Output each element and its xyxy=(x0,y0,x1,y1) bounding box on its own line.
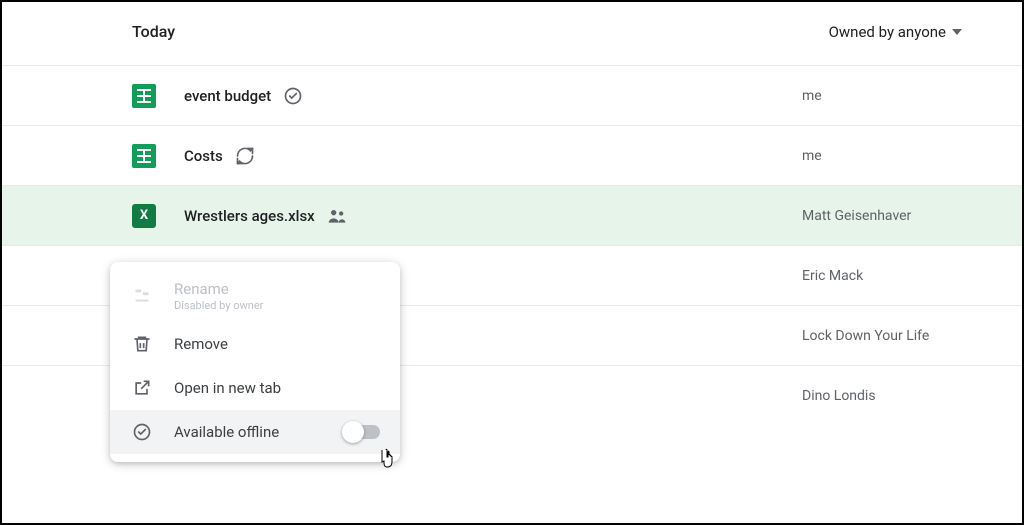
offline-toggle[interactable] xyxy=(344,425,380,439)
file-row[interactable]: event budget me xyxy=(2,65,1022,125)
file-name: event budget xyxy=(184,87,271,105)
context-menu: Rename Disabled by owner Remove Open in … xyxy=(110,262,400,462)
list-header: Today Owned by anyone xyxy=(2,2,1022,65)
rename-icon xyxy=(130,284,154,308)
file-owner: me xyxy=(802,88,822,104)
menu-label: Open in new tab xyxy=(174,379,380,397)
trash-icon xyxy=(130,332,154,356)
menu-item-open-new-tab[interactable]: Open in new tab xyxy=(110,366,400,410)
sync-icon xyxy=(235,146,255,166)
offline-available-icon xyxy=(283,86,303,106)
menu-item-remove[interactable]: Remove xyxy=(110,322,400,366)
menu-sublabel: Disabled by owner xyxy=(174,299,380,312)
offline-available-icon xyxy=(130,420,154,444)
file-row[interactable]: X Wrestlers ages.xlsx Matt Geisenhaver xyxy=(2,185,1022,245)
menu-item-rename: Rename Disabled by owner xyxy=(110,270,400,322)
file-owner: Lock Down Your Life xyxy=(802,328,929,344)
file-owner: Dino Londis xyxy=(802,388,876,404)
chevron-down-icon xyxy=(952,29,962,35)
excel-file-icon: X xyxy=(132,204,156,228)
open-in-new-tab-icon xyxy=(130,376,154,400)
file-row[interactable]: Costs me xyxy=(2,125,1022,185)
menu-item-available-offline[interactable]: Available offline xyxy=(110,410,400,454)
owner-filter-label: Owned by anyone xyxy=(829,23,946,41)
file-name: Wrestlers ages.xlsx xyxy=(184,207,315,225)
menu-label: Remove xyxy=(174,335,380,353)
file-name: Costs xyxy=(184,147,223,165)
file-owner: me xyxy=(802,148,822,164)
toggle-knob xyxy=(342,421,364,443)
file-owner: Eric Mack xyxy=(802,268,863,284)
shared-icon xyxy=(327,206,347,226)
sheets-file-icon xyxy=(132,144,156,168)
section-title: Today xyxy=(132,22,175,41)
file-owner: Matt Geisenhaver xyxy=(802,208,911,224)
menu-label: Rename xyxy=(174,280,229,298)
owner-filter-dropdown[interactable]: Owned by anyone xyxy=(829,23,962,41)
sheets-file-icon xyxy=(132,84,156,108)
menu-label: Available offline xyxy=(174,423,344,441)
